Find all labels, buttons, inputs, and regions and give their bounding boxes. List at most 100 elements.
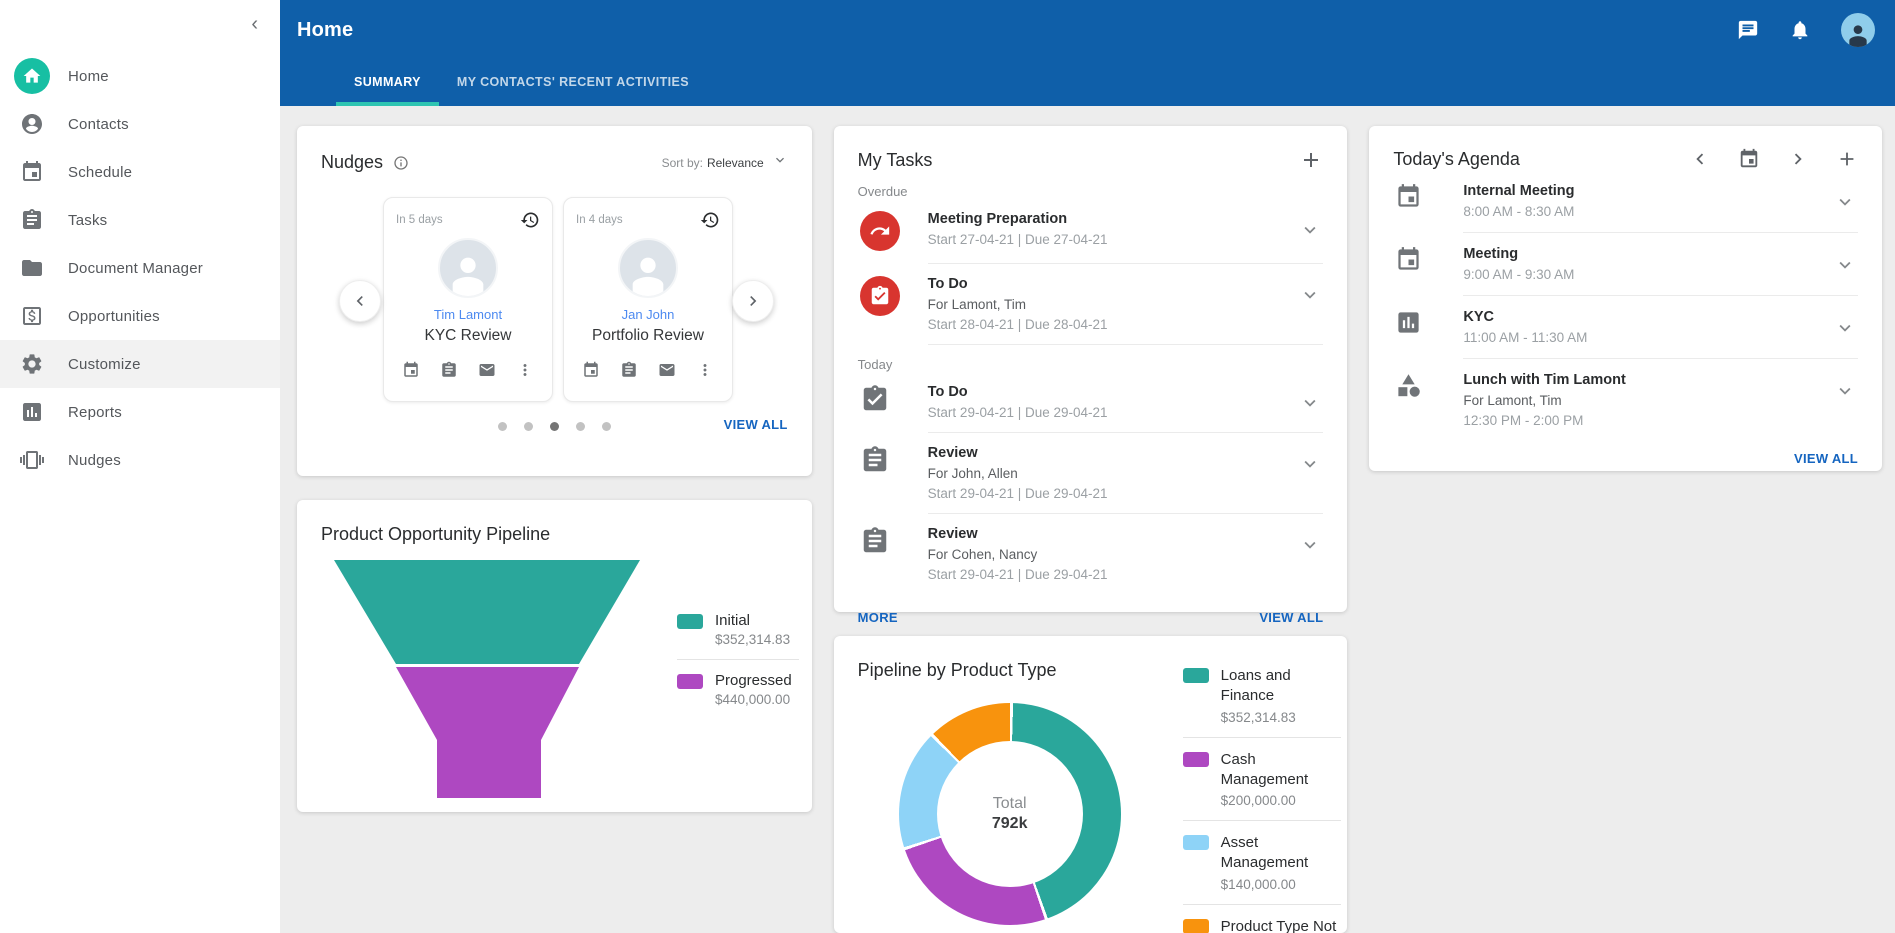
contact-name-link[interactable]: Tim Lamont (396, 307, 540, 322)
contact-avatar (618, 238, 678, 298)
chevron-down-icon[interactable] (1299, 453, 1323, 475)
tab-summary[interactable]: SUMMARY (336, 62, 439, 106)
sidebar-item-opportunities[interactable]: Opportunities (0, 292, 280, 340)
task-dates: Start 28-04-21 | Due 28-04-21 (928, 317, 1300, 332)
nudges-view-all-link[interactable]: VIEW ALL (724, 417, 788, 432)
legend-name: Asset Management (1221, 833, 1341, 874)
add-task-button[interactable] (1299, 148, 1323, 172)
agenda-row[interactable]: Meeting 9:00 AM - 9:30 AM (1393, 233, 1858, 295)
clipboard-icon (858, 445, 928, 475)
app-root: ‹ Home Contacts Schedule Tasks Document … (0, 0, 1895, 933)
carousel-dot[interactable] (550, 422, 559, 431)
legend-item: Initial $352,314.83 (677, 612, 799, 647)
sidebar-item-nudges[interactable]: Nudges (0, 436, 280, 484)
chevron-down-icon[interactable] (1299, 534, 1323, 556)
clipboard-icon[interactable] (620, 361, 638, 379)
funnel-legend: Initial $352,314.83 Progressed $440,000.… (677, 612, 799, 707)
more-vert-icon[interactable] (696, 361, 714, 379)
carousel-dot[interactable] (576, 422, 585, 431)
nudge-card[interactable]: In 5 days Tim Lamont KYC Review (383, 197, 553, 402)
dashboard-content: Nudges Sort by: Relevance In 5 da (280, 106, 1895, 933)
history-icon[interactable] (520, 210, 540, 230)
agenda-row[interactable]: KYC 11:00 AM - 11:30 AM (1393, 296, 1858, 358)
carousel-next-button[interactable] (732, 280, 774, 322)
shapes-icon (1393, 372, 1463, 404)
mail-icon[interactable] (478, 361, 496, 379)
tasks-view-all-link[interactable]: VIEW ALL (1259, 610, 1323, 625)
carousel-dot[interactable] (498, 422, 507, 431)
calendar-icon[interactable] (1738, 148, 1760, 170)
chevron-right-icon[interactable] (1787, 148, 1809, 170)
clipboard-icon (14, 202, 50, 238)
person-icon (14, 106, 50, 142)
task-row[interactable]: To Do Start 29-04-21 | Due 29-04-21 (858, 372, 1324, 432)
event-title: Lunch with Tim Lamont (1463, 372, 1834, 388)
tab-recent-activities[interactable]: MY CONTACTS' RECENT ACTIVITIES (439, 62, 707, 106)
sidebar-item-reports[interactable]: Reports (0, 388, 280, 436)
user-avatar[interactable] (1841, 13, 1875, 47)
sidebar-item-home[interactable]: Home (0, 52, 280, 100)
agenda-row[interactable]: Internal Meeting 8:00 AM - 8:30 AM (1393, 170, 1858, 232)
home-icon (14, 58, 50, 94)
sort-dropdown[interactable]: Sort by: Relevance (662, 152, 788, 173)
sidebar-item-tasks[interactable]: Tasks (0, 196, 280, 244)
agenda-row[interactable]: Lunch with Tim Lamont For Lamont, Tim 12… (1393, 359, 1858, 441)
legend-divider (1183, 737, 1341, 738)
calendar-icon[interactable] (402, 361, 420, 379)
chevron-left-icon[interactable] (1689, 148, 1711, 170)
clipboard-check-icon (858, 384, 928, 414)
donut-chart: Total 792k (899, 703, 1121, 925)
chevron-down-icon[interactable] (1834, 191, 1858, 213)
chevron-left-icon: ‹ (251, 13, 258, 35)
donut-center-value: 792k (992, 815, 1028, 833)
task-row[interactable]: To Do For Lamont, Tim Start 28-04-21 | D… (858, 264, 1324, 344)
chevron-down-icon[interactable] (1299, 284, 1323, 306)
add-event-button[interactable] (1836, 148, 1858, 170)
info-icon[interactable] (393, 155, 409, 171)
legend-divider (1183, 820, 1341, 821)
task-dates: Start 29-04-21 | Due 29-04-21 (928, 486, 1300, 501)
chevron-down-icon[interactable] (1834, 317, 1858, 339)
task-row[interactable]: Meeting Preparation Start 27-04-21 | Due… (858, 199, 1324, 263)
notifications-icon[interactable] (1789, 19, 1811, 41)
more-vert-icon[interactable] (516, 361, 534, 379)
task-assignee: For Cohen, Nancy (928, 547, 1300, 562)
chat-icon[interactable] (1737, 19, 1759, 41)
carousel-dot[interactable] (524, 422, 533, 431)
nudge-due: In 5 days (396, 214, 443, 226)
task-row[interactable]: Review For Cohen, Nancy Start 29-04-21 |… (858, 514, 1324, 594)
donut-legend: Loans and Finance $352,314.83 Cash Manag… (1183, 666, 1341, 933)
mail-icon[interactable] (658, 361, 676, 379)
chevron-down-icon[interactable] (1299, 392, 1323, 414)
chevron-down-icon[interactable] (1834, 380, 1858, 402)
contact-name-link[interactable]: Jan John (576, 307, 720, 322)
sidebar-item-customize[interactable]: Customize (0, 340, 280, 388)
clipboard-icon[interactable] (440, 361, 458, 379)
sidebar-item-document-manager[interactable]: Document Manager (0, 244, 280, 292)
history-icon[interactable] (700, 210, 720, 230)
sidebar-item-label: Home (68, 68, 109, 85)
clipboard-check-icon (860, 276, 900, 316)
dollar-box-icon (14, 298, 50, 334)
task-title: Review (928, 526, 1300, 542)
agenda-view-all-link[interactable]: VIEW ALL (1794, 451, 1858, 466)
sidebar-item-schedule[interactable]: Schedule (0, 148, 280, 196)
chevron-down-icon[interactable] (1834, 254, 1858, 276)
task-dates: Start 27-04-21 | Due 27-04-21 (928, 232, 1300, 247)
task-row[interactable]: Review For John, Allen Start 29-04-21 | … (858, 433, 1324, 513)
carousel-prev-button[interactable] (339, 280, 381, 322)
tasks-more-link[interactable]: MORE (858, 610, 898, 625)
page-title: Home (297, 19, 353, 42)
carousel-dot[interactable] (602, 422, 611, 431)
chevron-down-icon[interactable] (1299, 219, 1323, 241)
nudge-card[interactable]: In 4 days Jan John Portfolio Review (563, 197, 733, 402)
sidebar-item-contacts[interactable]: Contacts (0, 100, 280, 148)
sidebar-collapse-button[interactable]: ‹ (251, 14, 258, 34)
calendar-icon[interactable] (582, 361, 600, 379)
contact-avatar (438, 238, 498, 298)
sidebar: ‹ Home Contacts Schedule Tasks Document … (0, 0, 280, 933)
calendar-icon (1393, 183, 1463, 215)
chevron-down-icon (764, 152, 788, 173)
agenda-title: Today's Agenda (1393, 149, 1520, 170)
appbar: Home SUMMARY MY CONTACTS' RECENT ACTIVIT… (280, 0, 1895, 106)
